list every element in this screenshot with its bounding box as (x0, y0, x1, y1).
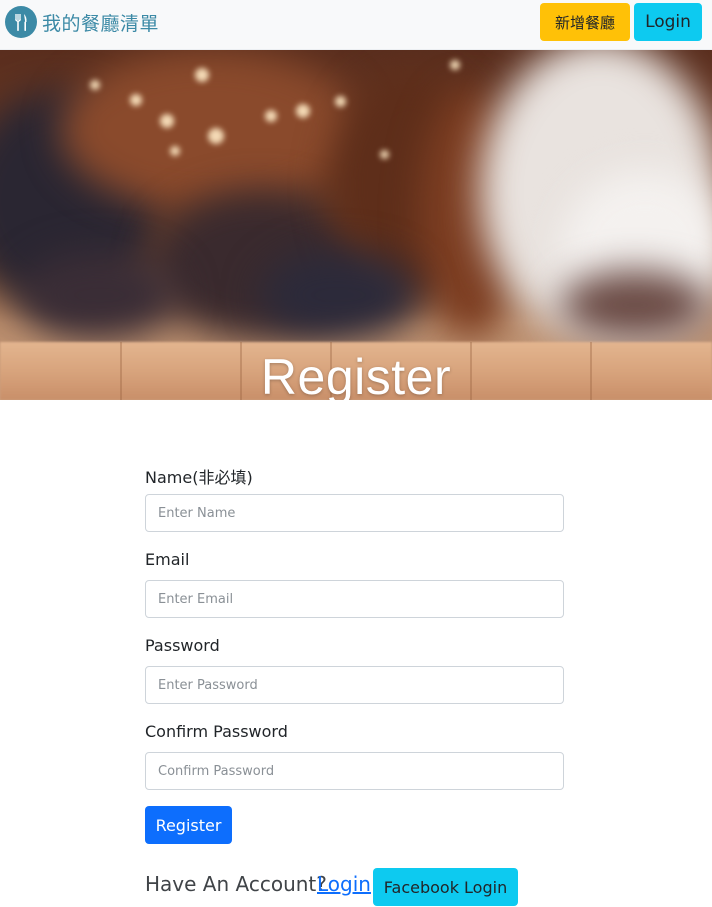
name-input[interactable] (145, 494, 564, 532)
confirm-password-label: Confirm Password (145, 722, 288, 741)
email-input[interactable] (145, 580, 564, 618)
have-account-text: Have An Account? (145, 872, 327, 896)
navbar: 我的餐廳清單 新增餐廳 Login (0, 0, 712, 50)
confirm-password-input[interactable] (145, 752, 564, 790)
register-button[interactable]: Register (145, 806, 232, 844)
name-label: Name(非必填) (145, 468, 253, 487)
email-label: Email (145, 550, 190, 569)
brand-title: 我的餐廳清單 (42, 12, 160, 35)
page-title: Register (260, 349, 452, 400)
nav-login-button[interactable]: Login (634, 3, 702, 41)
fork-knife-icon (5, 6, 37, 38)
hero-banner: Register (0, 50, 712, 400)
login-link[interactable]: Login (317, 872, 371, 896)
add-restaurant-button[interactable]: 新增餐廳 (540, 3, 630, 41)
facebook-login-button[interactable]: Facebook Login (373, 868, 518, 906)
password-input[interactable] (145, 666, 564, 704)
password-label: Password (145, 636, 220, 655)
brand-link[interactable]: 我的餐廳清單 (5, 6, 159, 38)
